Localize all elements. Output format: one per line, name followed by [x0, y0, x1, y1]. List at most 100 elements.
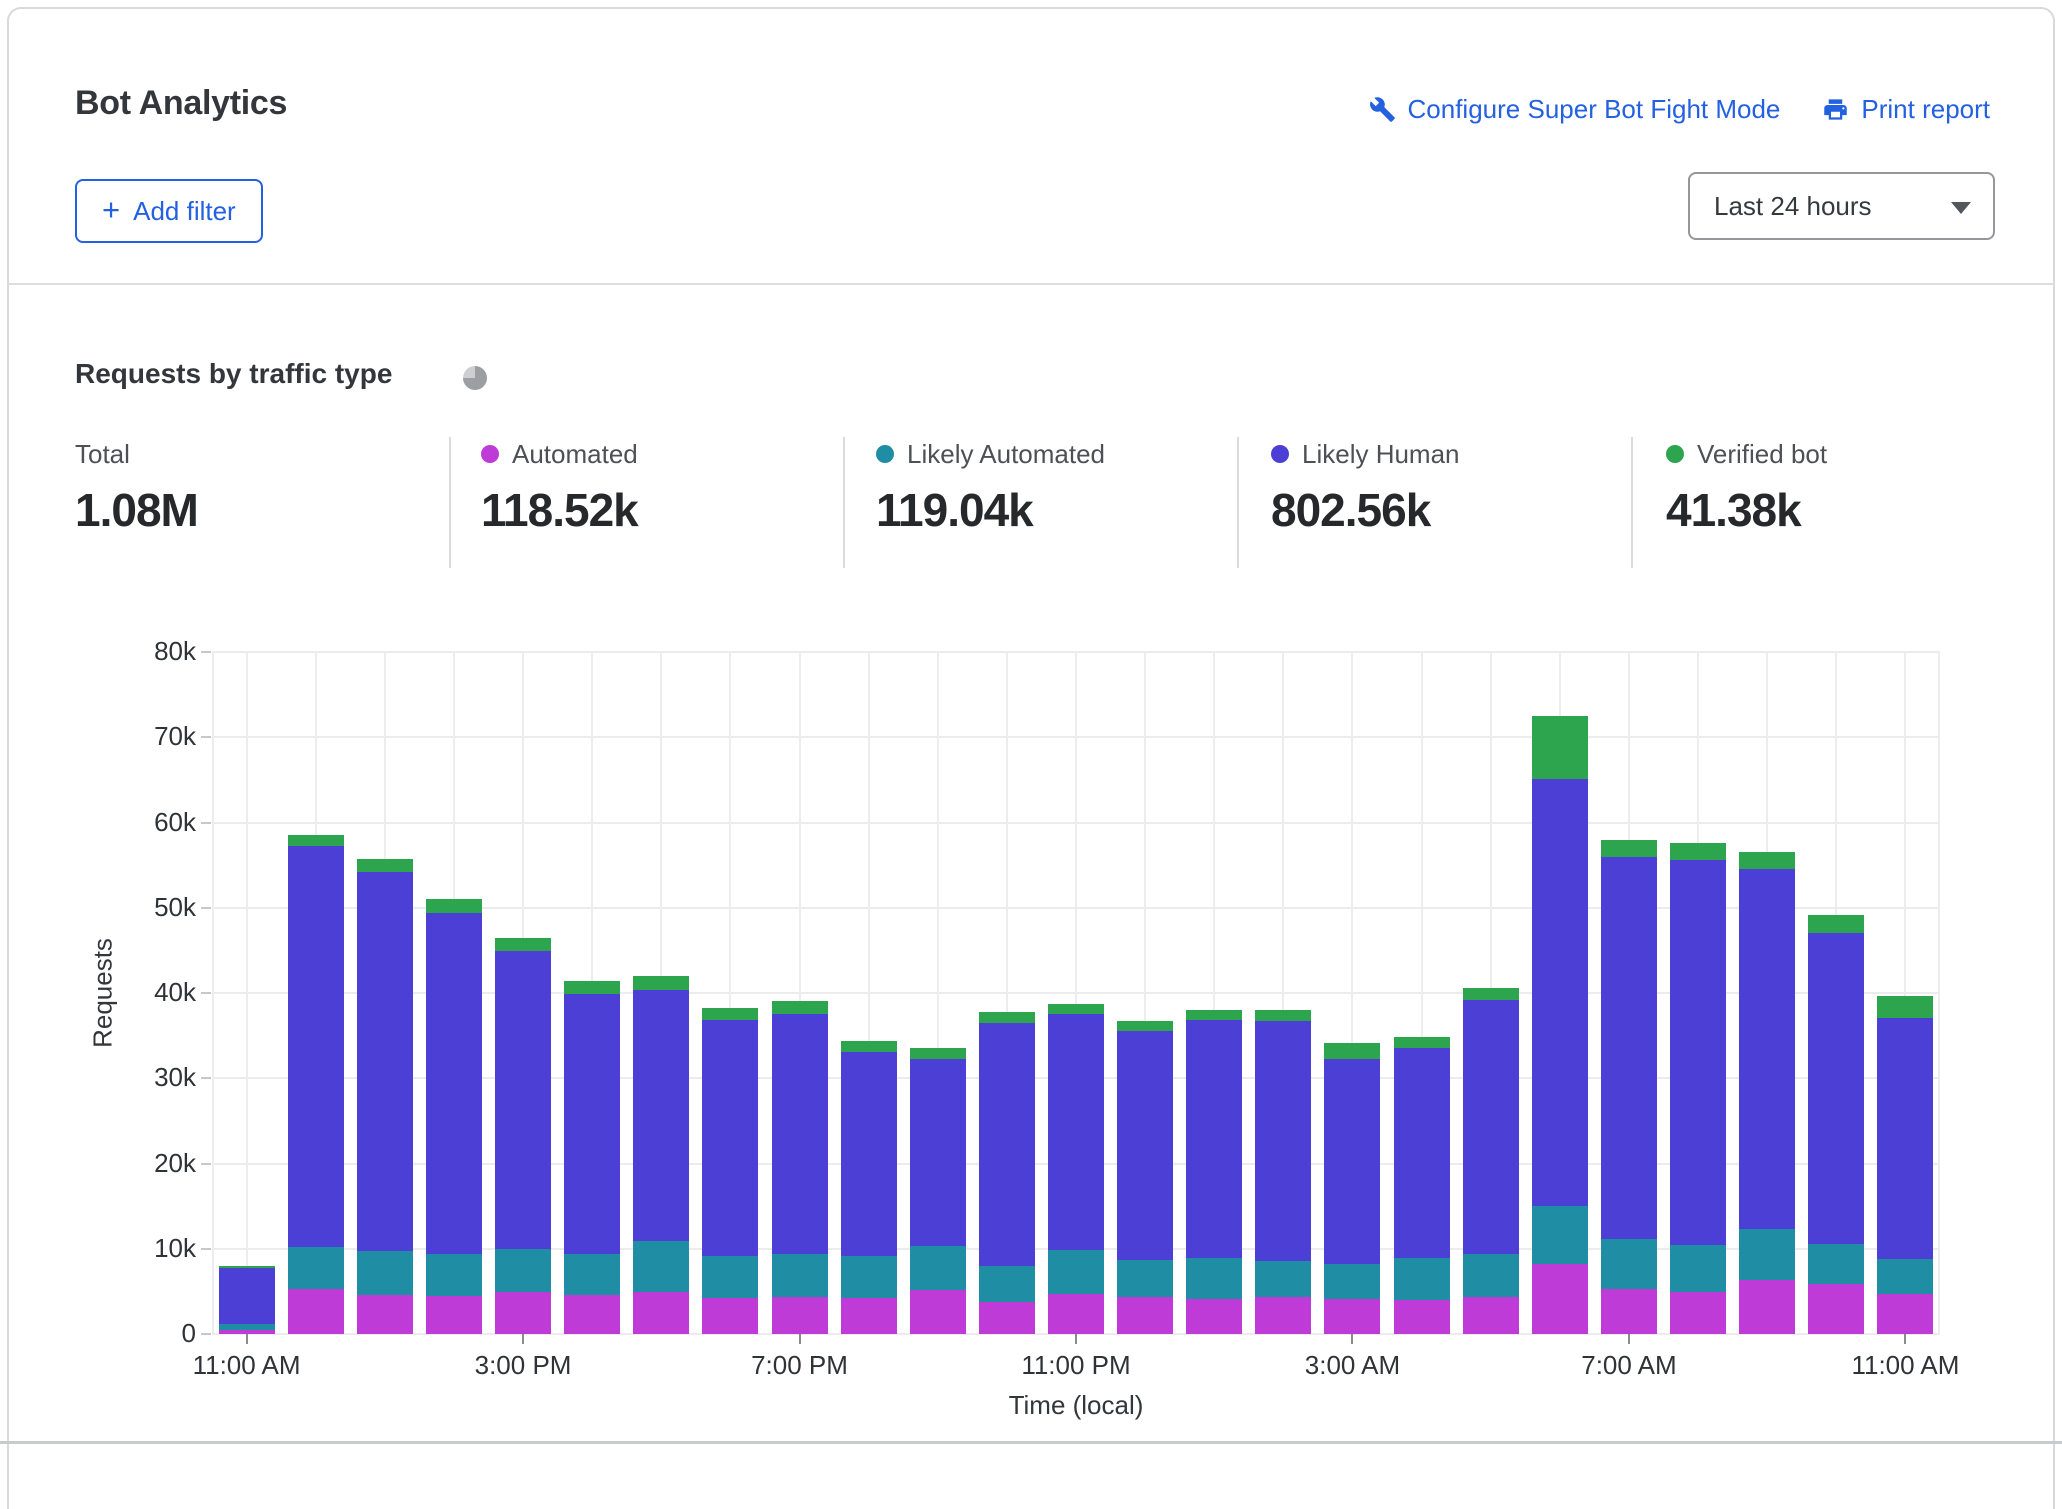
bar-segment-verified-bot	[772, 1001, 828, 1015]
time-range-select[interactable]: Last 24 hours	[1688, 172, 1995, 240]
chart-bar	[702, 1008, 758, 1334]
y-axis-tick	[201, 1077, 211, 1079]
chart-bar	[1808, 915, 1864, 1334]
chart-bar	[1048, 1004, 1104, 1334]
x-axis-tick	[1075, 1334, 1077, 1344]
y-tick-label: 20k	[0, 1148, 196, 1179]
bar-segment-likely-automated	[1255, 1261, 1311, 1298]
x-tick-label: 3:00 PM	[475, 1350, 572, 1381]
bar-segment-likely-automated	[1324, 1264, 1380, 1299]
bar-segment-automated	[1877, 1294, 1933, 1334]
bar-segment-likely-automated	[288, 1247, 344, 1289]
bar-segment-likely-human	[1048, 1014, 1104, 1250]
add-filter-button[interactable]: + Add filter	[75, 179, 263, 243]
bar-segment-verified-bot	[1670, 843, 1726, 860]
chart-bar	[1877, 996, 1933, 1334]
bar-segment-likely-human	[1394, 1048, 1450, 1258]
stat-verified-bot: Verified bot 41.38k	[1666, 438, 1827, 537]
bar-segment-automated	[426, 1296, 482, 1334]
bar-segment-likely-automated	[702, 1256, 758, 1298]
y-axis-tick	[201, 907, 211, 909]
bar-segment-automated	[1670, 1292, 1726, 1334]
x-tick-label: 11:00 AM	[193, 1350, 301, 1381]
x-tick-label: 11:00 AM	[1851, 1350, 1959, 1381]
bar-segment-automated	[841, 1298, 897, 1334]
bar-segment-likely-human	[1255, 1021, 1311, 1261]
x-axis-tick	[799, 1334, 801, 1344]
bar-segment-verified-bot	[1117, 1021, 1173, 1031]
bar-segment-verified-bot	[495, 938, 551, 951]
x-axis-tick	[1904, 1334, 1906, 1344]
plus-icon: +	[102, 194, 120, 225]
stat-likely-human-label: Likely Human	[1302, 439, 1460, 470]
stat-likely-automated-value: 119.04k	[876, 483, 1105, 537]
bar-segment-automated	[1739, 1280, 1795, 1334]
chart-bar	[1255, 1010, 1311, 1334]
bar-segment-verified-bot	[1255, 1010, 1311, 1021]
bar-segment-likely-automated	[1601, 1239, 1657, 1289]
bar-segment-automated	[288, 1289, 344, 1334]
bar-segment-likely-automated	[426, 1254, 482, 1296]
bar-segment-likely-human	[772, 1014, 828, 1254]
bar-segment-likely-automated	[1117, 1260, 1173, 1298]
likely-human-legend-dot	[1271, 445, 1289, 463]
bar-segment-verified-bot	[357, 859, 413, 872]
bar-segment-likely-automated	[1877, 1259, 1933, 1294]
bar-segment-automated	[702, 1298, 758, 1334]
bar-segment-verified-bot	[1394, 1037, 1450, 1048]
v-gridline	[246, 652, 248, 1334]
configure-super-bot-fight-mode-link[interactable]: Configure Super Bot Fight Mode	[1369, 94, 1781, 125]
bar-segment-likely-human	[1601, 857, 1657, 1238]
x-tick-label: 7:00 AM	[1581, 1350, 1676, 1381]
bar-segment-likely-human	[1670, 860, 1726, 1245]
bar-segment-likely-human	[633, 990, 689, 1241]
stat-likely-automated-label: Likely Automated	[907, 439, 1105, 470]
stat-total-label: Total	[75, 439, 130, 470]
y-axis-tick	[201, 1248, 211, 1250]
bar-segment-likely-automated	[633, 1241, 689, 1292]
bar-segment-likely-human	[1739, 869, 1795, 1230]
bar-segment-verified-bot	[1532, 716, 1588, 779]
bar-segment-likely-automated	[1463, 1254, 1519, 1297]
bar-segment-likely-human	[1186, 1020, 1242, 1258]
bar-segment-automated	[1532, 1264, 1588, 1334]
x-tick-label: 3:00 AM	[1305, 1350, 1400, 1381]
bar-segment-likely-human	[219, 1268, 275, 1323]
stat-divider	[1631, 437, 1633, 568]
bar-segment-verified-bot	[1808, 915, 1864, 933]
v-gridline	[1938, 652, 1940, 1334]
bar-segment-likely-human	[1324, 1059, 1380, 1264]
bar-segment-verified-bot	[1601, 840, 1657, 857]
bar-segment-likely-human	[1808, 933, 1864, 1243]
stat-likely-human: Likely Human 802.56k	[1271, 438, 1460, 537]
v-gridline	[212, 652, 214, 1334]
bar-segment-likely-human	[1877, 1018, 1933, 1259]
bar-segment-verified-bot	[633, 976, 689, 990]
y-tick-label: 10k	[0, 1233, 196, 1264]
stat-likely-automated: Likely Automated 119.04k	[876, 438, 1105, 537]
bar-segment-likely-human	[841, 1052, 897, 1257]
y-axis-tick	[201, 822, 211, 824]
bar-segment-likely-human	[426, 913, 482, 1254]
x-axis-tick	[522, 1334, 524, 1344]
chevron-down-icon	[1951, 202, 1971, 214]
print-report-link[interactable]: Print report	[1822, 94, 1990, 125]
print-link-label: Print report	[1861, 94, 1990, 125]
bar-segment-automated	[1048, 1294, 1104, 1334]
bar-segment-verified-bot	[702, 1008, 758, 1021]
bar-segment-likely-human	[910, 1059, 966, 1247]
bar-segment-automated	[564, 1295, 620, 1334]
stat-total-value: 1.08M	[75, 483, 198, 537]
y-axis-tick	[201, 1163, 211, 1165]
bar-segment-automated	[979, 1302, 1035, 1334]
stat-total: Total 1.08M	[75, 438, 198, 537]
chart-bar	[1186, 1010, 1242, 1334]
chart-bar	[1601, 840, 1657, 1334]
bar-segment-verified-bot	[426, 899, 482, 913]
y-tick-label: 50k	[0, 892, 196, 923]
stat-verified-bot-label: Verified bot	[1697, 439, 1827, 470]
x-axis-tick	[246, 1334, 248, 1344]
chart-bar	[564, 981, 620, 1334]
bar-segment-verified-bot	[1739, 852, 1795, 869]
chart-bar	[910, 1048, 966, 1334]
